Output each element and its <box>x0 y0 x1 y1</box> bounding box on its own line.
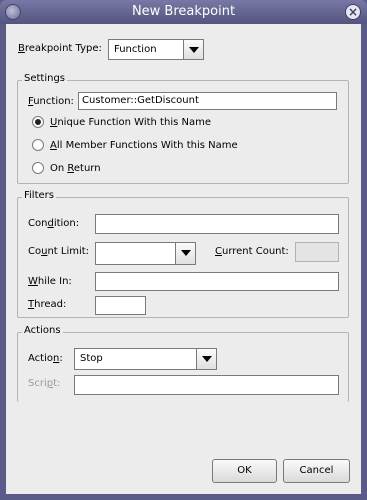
script-label: Script: <box>28 378 61 389</box>
chevron-down-icon[interactable] <box>196 349 216 369</box>
current-count-field <box>295 242 339 262</box>
cancel-button[interactable]: Cancel <box>283 459 350 483</box>
all-member-functions-label[interactable]: All Member Functions With this Name <box>50 140 238 151</box>
window-bottom-border <box>6 494 361 500</box>
actions-group-title: Actions <box>22 325 63 336</box>
on-return-radio[interactable] <box>32 162 44 174</box>
function-label: Function: <box>28 96 74 107</box>
while-in-input[interactable] <box>95 272 339 291</box>
while-in-label: While In: <box>28 276 72 287</box>
thread-label: Thread: <box>28 299 67 310</box>
script-input[interactable] <box>74 375 339 395</box>
actions-group: Actions Action: Stop Script: <box>17 325 349 402</box>
ok-button[interactable]: OK <box>212 459 277 483</box>
unique-function-label[interactable]: Unique Function With this Name <box>50 117 211 128</box>
action-value: Stop <box>80 353 103 364</box>
settings-group-title: Settings <box>22 73 68 84</box>
window-title: New Breakpoint <box>131 4 236 19</box>
chevron-down-icon[interactable] <box>183 40 203 59</box>
dialog-window: New Breakpoint × Breakpoint Type: Functi… <box>0 0 367 500</box>
action-label: Action: <box>28 353 63 364</box>
close-icon[interactable]: × <box>345 4 361 20</box>
chevron-down-icon[interactable] <box>175 243 195 264</box>
on-return-label[interactable]: On Return <box>50 163 101 174</box>
count-limit-select[interactable] <box>95 242 196 265</box>
breakpoint-type-value: Function <box>114 44 157 55</box>
all-member-functions-radio[interactable] <box>32 139 44 151</box>
thread-input[interactable] <box>95 296 146 315</box>
unique-function-radio[interactable] <box>32 116 44 128</box>
action-select[interactable]: Stop <box>74 348 217 370</box>
current-count-label: Current Count: <box>215 246 289 257</box>
settings-group: Settings Function: Customer::GetDiscount… <box>17 73 349 184</box>
filters-group-title: Filters <box>22 190 56 201</box>
breakpoint-type-label: Breakpoint Type: <box>18 43 102 54</box>
condition-label: Condition: <box>28 218 80 229</box>
count-limit-label: Count Limit: <box>28 246 90 257</box>
breakpoint-type-select[interactable]: Function <box>108 39 204 60</box>
condition-input[interactable] <box>95 214 339 234</box>
dialog-body: Breakpoint Type: Function Settings Funct… <box>6 24 361 494</box>
title-bar[interactable]: New Breakpoint × <box>0 0 367 24</box>
function-input-value: Customer::GetDiscount <box>82 95 199 106</box>
function-input[interactable]: Customer::GetDiscount <box>78 92 337 110</box>
filters-group: Filters Condition: Count Limit: Current … <box>17 190 349 318</box>
